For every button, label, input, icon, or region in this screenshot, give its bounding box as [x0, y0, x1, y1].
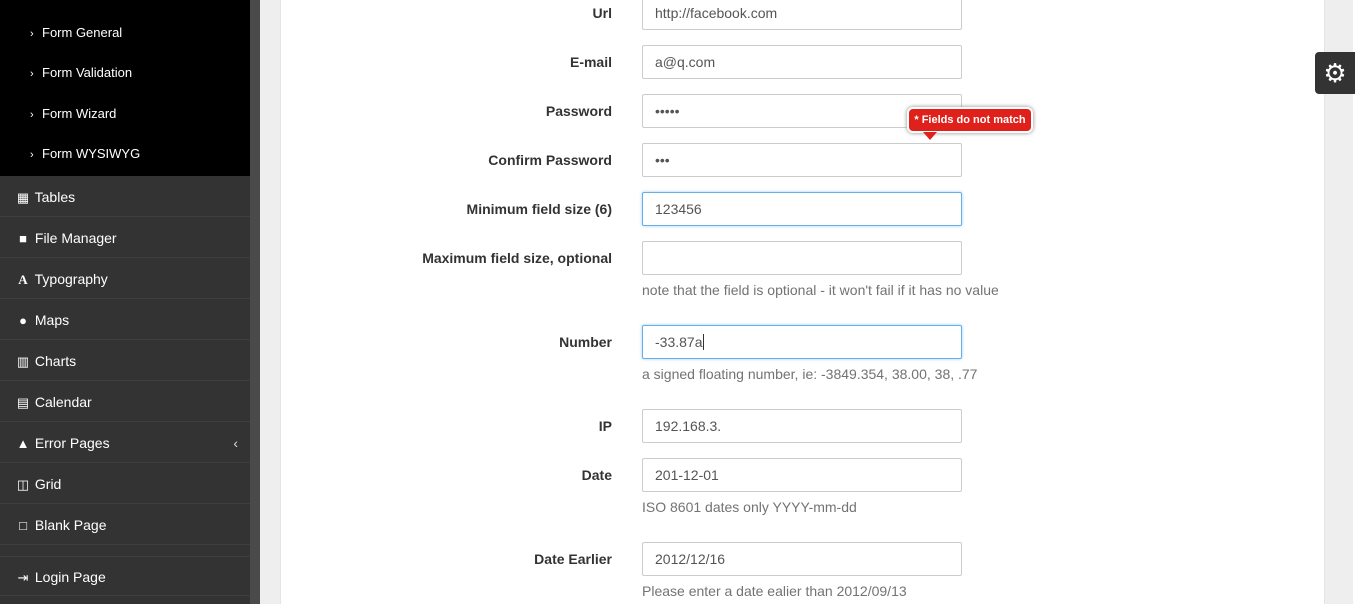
- submenu-form-validation[interactable]: › Form Validation: [30, 63, 132, 83]
- max-size-input[interactable]: [642, 241, 962, 275]
- sign-in-icon: ⇥: [17, 570, 29, 585]
- ip-label: IP: [598, 418, 612, 434]
- sidebar: › Form General › Form Validation › Form Wiz…: [0, 0, 250, 604]
- number-input[interactable]: -33.87a: [642, 325, 962, 359]
- sidebar-item-error-pages[interactable]: ▲ Error Pages ‹: [0, 423, 250, 463]
- email-label: E-mail: [569, 54, 612, 70]
- calendar-icon: ▤: [16, 395, 30, 410]
- confirm-password-label: Confirm Password: [488, 152, 612, 168]
- text-cursor: [703, 334, 705, 350]
- table-icon: ▦: [16, 190, 30, 205]
- date-help: ISO 8601 dates only YYYY-mm-dd: [642, 499, 857, 515]
- chevron-right-icon: ›: [30, 149, 34, 161]
- map-marker-icon: ●: [19, 313, 27, 328]
- settings-toggle-button[interactable]: ⚙: [1315, 52, 1355, 94]
- date-earlier-input[interactable]: 2012/12/16: [642, 542, 962, 576]
- number-help: a signed floating number, ie: -3849.354,…: [642, 366, 978, 382]
- chevron-right-icon: ›: [30, 28, 34, 40]
- gears-icon: ⚙: [1323, 58, 1347, 88]
- sidebar-item-tables[interactable]: ▦ Tables: [0, 177, 250, 217]
- chevron-right-icon: ›: [30, 109, 34, 121]
- sidebar-item-charts[interactable]: ▥ Charts: [0, 341, 250, 381]
- submenu-form-wizard[interactable]: › Form Wizard: [30, 104, 116, 124]
- min-size-label: Minimum field size (6): [466, 201, 612, 217]
- warning-icon: ▲: [16, 436, 30, 451]
- sidebar-gutter: [250, 0, 260, 604]
- validation-error-tooltip: * Fields do not match: [907, 107, 1033, 140]
- sidebar-item-typography[interactable]: A Typography: [0, 259, 250, 299]
- url-label: Url: [592, 5, 612, 21]
- bar-chart-icon: ▥: [16, 354, 30, 369]
- submenu-form-wysiwyg[interactable]: › Form WYSIWYG: [30, 144, 140, 164]
- submenu-form-general[interactable]: › Form General: [30, 23, 122, 43]
- date-label: Date: [581, 467, 612, 483]
- forms-submenu: › Form General › Form Validation › Form Wiz…: [0, 0, 250, 176]
- max-size-label: Maximum field size, optional: [422, 250, 612, 266]
- sidebar-item-blank-page[interactable]: □ Blank Page: [0, 505, 250, 545]
- sidebar-item-grid[interactable]: ◫ Grid: [0, 464, 250, 504]
- email-input[interactable]: a@q.com: [642, 45, 962, 79]
- date-input[interactable]: 201-12-01: [642, 458, 962, 492]
- chevron-left-icon: ‹: [233, 435, 238, 451]
- font-icon: A: [18, 272, 28, 287]
- chevron-right-icon: ›: [30, 68, 34, 80]
- date-earlier-label: Date Earlier: [534, 551, 612, 567]
- file-icon: ■: [19, 231, 27, 246]
- url-input[interactable]: http://facebook.com: [642, 0, 962, 30]
- confirm-password-input[interactable]: •••: [642, 143, 962, 177]
- columns-icon: ◫: [16, 477, 30, 492]
- sidebar-item-file-manager[interactable]: ■ File Manager: [0, 218, 250, 258]
- sidebar-item-calendar[interactable]: ▤ Calendar: [0, 382, 250, 422]
- number-label: Number: [559, 334, 612, 350]
- max-size-help: note that the field is optional - it won…: [642, 282, 999, 298]
- square-icon: □: [19, 518, 27, 533]
- sidebar-item-maps[interactable]: ● Maps: [0, 300, 250, 340]
- min-size-input[interactable]: 123456: [642, 192, 962, 226]
- date-earlier-help: Please enter a date ealier than 2012/09/…: [642, 583, 907, 599]
- ip-input[interactable]: 192.168.3.: [642, 409, 962, 443]
- sidebar-item-login-page[interactable]: ⇥ Login Page: [0, 556, 250, 596]
- password-label: Password: [545, 103, 612, 119]
